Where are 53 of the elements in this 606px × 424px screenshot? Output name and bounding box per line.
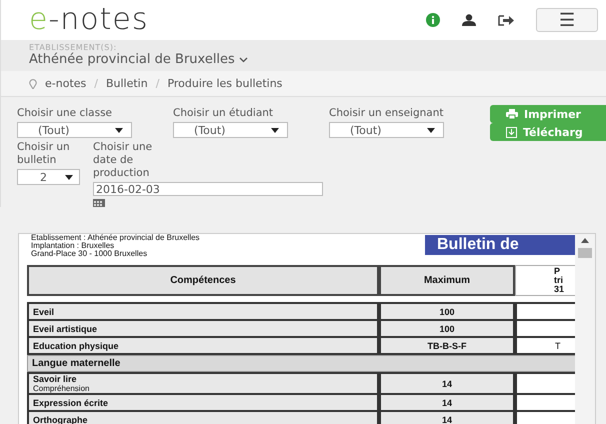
filter-dropdown[interactable]: (Tout) [17,122,132,138]
table-cell: TB-B-S-F [379,338,515,355]
school-info-text: Etablissement : Athénée provincial de Bruxelles [30,234,200,242]
table-cell: Eveil artistique [27,321,379,338]
bulletin-label: Choisir un bulletin [17,141,71,167]
school-info-text: Grand-Place 30 - 1000 Bruxelles [30,250,148,258]
printer-icon [506,109,518,119]
establishment-label: ETABLISSEMENT(S): [29,43,118,52]
table-cell: Expression écrite [27,395,379,412]
scrollbar-thumb[interactable] [578,248,592,258]
filter-dropdown[interactable]: (Tout) [173,122,288,138]
user-icon[interactable] [462,14,476,26]
school-info-text: Implantation : Bruxelles [30,242,116,250]
column-header: Compétences [27,265,379,296]
breadcrumb-separator: / [156,77,160,90]
caret-icon [271,128,279,132]
table-cell: 14 [379,395,515,412]
info-icon[interactable] [426,13,440,27]
breadcrumb-separator: / [94,77,98,90]
date-field[interactable]: 2016-02-03 [93,182,323,196]
filter-label: Choisir un étudiant [173,107,274,120]
bulletin-title: Bulletin de [425,235,575,255]
logout-icon[interactable] [498,14,514,26]
table-cell: 100 [379,321,515,338]
download-icon [506,126,517,138]
chevron-icon[interactable] [238,56,248,62]
logo: e-notes [29,5,149,35]
column-header: P tri 31 [515,265,575,296]
filter-label: Choisir un enseignant [329,107,445,120]
caret-icon [65,174,73,180]
breadcrumb-link[interactable]: Bulletin [106,77,148,90]
table-cell: Savoir lire Compréhension [27,372,379,395]
filter-dropdown[interactable]: (Tout) [329,122,444,138]
bulletin-dropdown[interactable]: 2 [17,169,80,185]
table-cell: T [515,338,575,355]
table-cell: 100 [379,302,515,321]
table-cell: Eveil [27,302,379,321]
scroll-up-icon[interactable] [581,238,589,243]
caret-icon [115,128,123,132]
column-header: Maximum [379,265,515,296]
section-header: Langue maternelle [27,355,575,372]
filter-label: Choisir une classe [17,107,114,120]
scrollbar[interactable] [575,234,595,424]
table-cell: 14 [379,412,515,424]
date-label: Choisir une date de production [93,141,154,180]
breadcrumb-link[interactable]: e-notes [45,77,86,90]
establishment-select[interactable]: Athénée provincial de Bruxelles [29,52,235,67]
caret-icon [427,128,435,132]
table-cell: Education physique [27,338,379,355]
location-pin-icon [29,78,37,88]
menu-button[interactable]: ☰ [536,8,598,32]
calendar-icon[interactable] [93,198,105,207]
table-cell: 14 [379,372,515,395]
